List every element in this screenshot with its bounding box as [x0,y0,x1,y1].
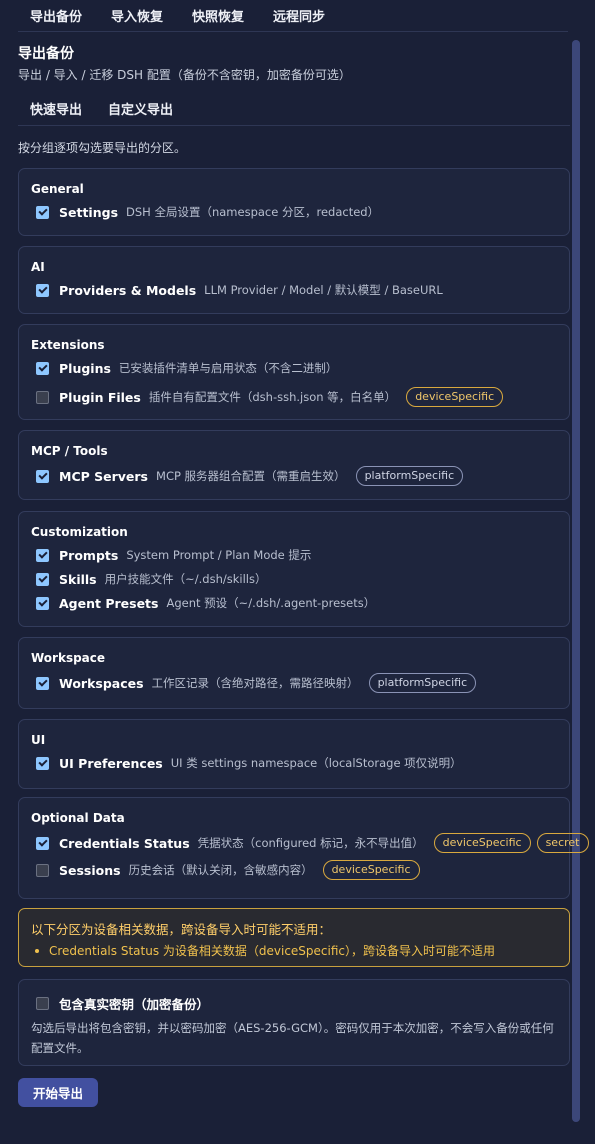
option-label: Sessions [59,862,121,878]
option-description: 已安装插件清单与启用状态（不含二进制） [118,361,338,375]
nav-tab-remote-sync[interactable]: 远程同步 [273,6,325,25]
option-description: Agent 预设（~/.dsh/.agent-presets） [166,596,376,610]
tab-quick-export[interactable]: 快速导出 [30,100,82,125]
warning-item-text: Credentials Status 为设备相关数据（deviceSpecifi… [49,944,496,958]
section-option-prompts[interactable]: Prompts System Prompt / Plan Mode 提示 [36,547,321,563]
encrypted-backup-card: 包含真实密钥（加密备份） 勾选后导出将包含密钥，并以密码加密（AES-256-G… [18,979,570,1066]
section-option-ui-preferences[interactable]: UI Preferences UI 类 settings namespace（lo… [36,755,472,771]
export-panel: 导出备份 导出 / 导入 / 迁移 DSH 配置（备份不含密钥，加密备份可选） … [18,44,589,1107]
option-label: Providers & Models [59,282,197,298]
option-description: UI 类 settings namespace（localStorage 项仅说… [170,756,462,770]
start-export-button[interactable]: 开始导出 [18,1078,98,1107]
option-description: 凭据状态（configured 标记，永不导出值） [197,836,424,850]
group-title: Optional Data [31,811,125,825]
warning-box: 以下分区为设备相关数据，跨设备导入时可能不适用： Credentials Sta… [18,908,570,967]
option-description: LLM Provider / Model / 默认模型 / BaseURL [204,283,443,297]
section-option-workspaces[interactable]: Workspaces 工作区记录（含绝对路径，需路径映射） platformSpec… [36,673,482,693]
option-label: UI Preferences [59,755,163,771]
option-label: Prompts [59,547,119,563]
checkbox[interactable] [36,283,49,297]
section-option-plugins[interactable]: Plugins 已安装插件清单与启用状态（不含二进制） [36,360,347,376]
group-card-extensions: Extensions Plugins 已安装插件清单与启用状态（不含二进制） Plug… [18,324,570,420]
include-secrets-checkbox[interactable] [36,997,49,1010]
section-option-settings[interactable]: Settings DSH 全局设置（namespace 分区，redacted） [36,204,389,220]
include-secrets-description: 勾选后导出将包含密钥，并以密码加密（AES-256-GCM）。密码仅用于本次加密… [31,1021,554,1055]
section-hint: 按分组逐项勾选要导出的分区。 [18,141,187,155]
warning-item: Credentials Status 为设备相关数据（deviceSpecifi… [35,942,495,959]
page-title: 导出备份 [18,46,74,62]
group-card-customization: Customization Prompts System Prompt / Plan… [18,511,570,627]
group-card-general: General Settings DSH 全局设置（namespace 分区，red… [18,168,570,236]
group-title: Workspace [31,651,106,665]
tag-devicespecific: deviceSpecific [322,860,420,880]
group-card-workspace: Workspace Workspaces 工作区记录（含绝对路径，需路径映射） pla… [18,637,570,709]
tab-custom-export[interactable]: 自定义导出 [108,100,173,125]
checkbox[interactable] [36,596,49,610]
group-title: Extensions [31,338,105,352]
nav-divider [18,31,568,32]
option-label: Agent Presets [59,595,159,611]
section-option-skills[interactable]: Skills 用户技能文件（~/.dsh/skills） [36,571,276,587]
checkbox[interactable] [36,361,49,375]
checkbox[interactable] [36,548,49,562]
option-label: Settings [59,204,119,220]
group-title: UI [31,733,46,747]
group-card-ai: AI Providers & Models LLM Provider / Model… [18,246,570,314]
group-card-optional-data: Optional Data Credentials Status 凭据状态（conf… [18,797,589,899]
nav-tab-export[interactable]: 导出备份 [30,6,82,25]
section-option-credentials-status[interactable]: Credentials Status 凭据状态（configured 标记，永不导… [36,833,595,853]
option-description: 插件自有配置文件（dsh-ssh.json 等，白名单） [148,390,397,404]
tag-devicespecific: deviceSpecific [406,387,504,407]
group-title: MCP / Tools [31,444,108,458]
checkbox[interactable] [36,863,49,877]
include-secrets-option[interactable]: 包含真实密钥（加密备份） [36,994,217,1013]
option-description: DSH 全局设置（namespace 分区，redacted） [126,205,380,219]
group-card-mcp-tools: MCP / Tools MCP Servers MCP 服务器组合配置（需重启生效）… [18,430,570,500]
warning-title: 以下分区为设备相关数据，跨设备导入时可能不适用： [31,922,332,937]
tag-devicespecific: deviceSpecific [433,833,531,853]
group-card-ui: UI UI Preferences UI 类 settings namespace（… [18,719,570,789]
group-title: Customization [31,525,128,539]
option-label: Plugin Files [59,389,141,405]
export-mode-tabs: 快速导出 自定义导出 [18,100,570,126]
checkbox[interactable] [36,756,49,770]
checkbox[interactable] [36,572,49,586]
scrollbar-thumb[interactable] [572,40,580,1122]
section-option-mcp-servers[interactable]: MCP Servers MCP 服务器组合配置（需重启生效） platformSpe… [36,466,469,486]
nav-tab-import[interactable]: 导入恢复 [111,6,163,25]
option-description: System Prompt / Plan Mode 提示 [126,548,312,562]
nav-tab-snapshot[interactable]: 快照恢复 [192,6,244,25]
page-subtitle: 导出 / 导入 / 迁移 DSH 配置（备份不含密钥，加密备份可选） [18,68,351,82]
option-description: 用户技能文件（~/.dsh/skills） [104,572,267,586]
section-option-sessions[interactable]: Sessions 历史会话（默认关闭，含敏感内容） deviceSpecific [36,860,426,880]
option-label: Plugins [59,360,111,376]
section-option-agent-presets[interactable]: Agent Presets Agent 预设（~/.dsh/.agent-pres… [36,595,385,611]
group-title: AI [31,260,45,274]
include-secrets-label: 包含真实密钥（加密备份） [59,997,210,1012]
section-option-providers-models[interactable]: Providers & Models LLM Provider / Model /… [36,282,453,298]
section-option-plugin-files[interactable]: Plugin Files 插件自有配置文件（dsh-ssh.json 等，白名单）… [36,387,509,407]
option-label: Credentials Status [59,835,190,851]
checkbox[interactable] [36,676,49,690]
checkbox[interactable] [36,469,49,483]
checkbox[interactable] [36,836,49,850]
top-nav: 导出备份 导入恢复 快照恢复 远程同步 [0,0,595,31]
checkbox[interactable] [36,390,49,404]
option-description: 历史会话（默认关闭，含敏感内容） [128,863,313,877]
group-title: General [31,182,84,196]
bullet-icon [35,948,39,953]
option-description: MCP 服务器组合配置（需重启生效） [156,469,346,483]
option-label: Workspaces [59,675,144,691]
tag-platformspecific: platformSpecific [368,673,477,693]
option-description: 工作区记录（含绝对路径，需路径映射） [151,676,359,690]
tag-platformspecific: platformSpecific [355,466,464,486]
option-label: MCP Servers [59,468,149,484]
checkbox[interactable] [36,205,49,219]
option-label: Skills [59,571,97,587]
tag-secret: secret [536,833,589,853]
